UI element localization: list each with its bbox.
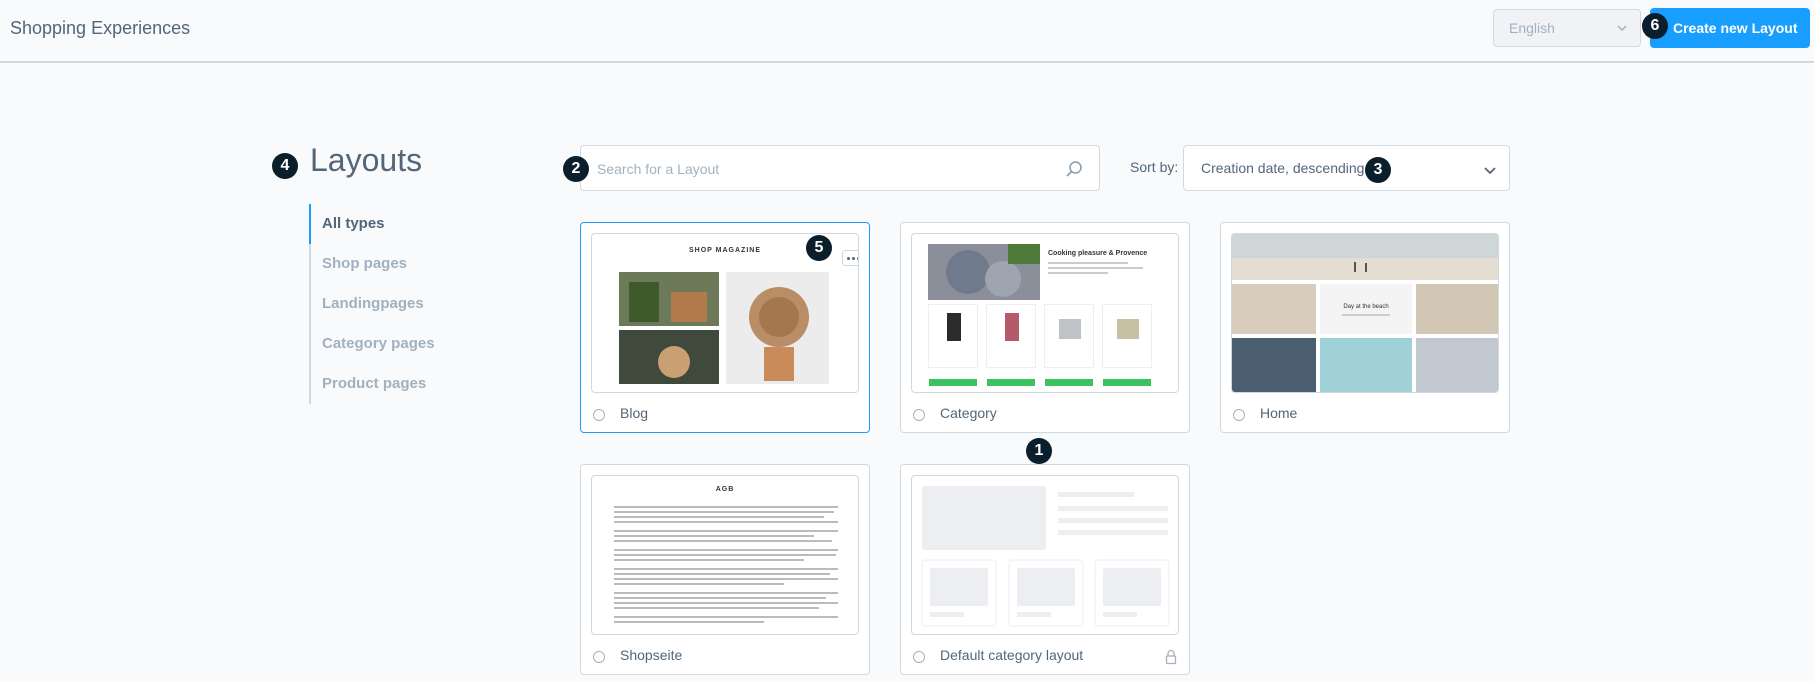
select-radio[interactable]	[913, 409, 925, 421]
callout-badge-3: 3	[1365, 157, 1391, 183]
home-preview-image	[1232, 234, 1498, 392]
layout-card-home[interactable]: Day at the beach Home	[1220, 222, 1510, 433]
text-line	[614, 521, 838, 523]
product-tile	[1102, 304, 1152, 368]
text-line	[614, 597, 826, 599]
buy-button-preview	[1103, 379, 1151, 386]
more-options-button[interactable]	[842, 250, 858, 266]
top-bar: Shopping Experiences English Create new …	[0, 0, 1814, 63]
search-box	[580, 145, 1100, 191]
text-line	[614, 592, 838, 594]
select-radio[interactable]	[593, 409, 605, 421]
layout-card-shopseite[interactable]: AGB Shopseite	[580, 464, 870, 675]
text-line	[614, 549, 838, 551]
text-line	[614, 621, 764, 623]
text-line	[614, 540, 832, 542]
text-line	[1048, 267, 1143, 269]
nav-item-landingpages[interactable]: Landingpages	[311, 284, 449, 324]
product-tile	[928, 304, 978, 368]
dot	[852, 257, 855, 260]
blog-preview-image	[619, 272, 829, 384]
text-line	[614, 583, 784, 585]
buy-button-preview	[1045, 379, 1093, 386]
product-tile	[1044, 304, 1094, 368]
dot	[857, 257, 858, 260]
category-hero-image	[928, 244, 1040, 300]
layout-card-default-category[interactable]: Default category layout	[900, 464, 1190, 675]
app-title: Shopping Experiences	[10, 18, 191, 38]
language-select[interactable]: English	[1493, 9, 1641, 47]
dot	[847, 257, 850, 260]
callout-badge-6: 6	[1642, 13, 1668, 39]
text-line	[1048, 262, 1128, 264]
callout-badge-5: 5	[806, 235, 832, 261]
text-line	[614, 568, 838, 570]
layout-preview: AGB	[591, 475, 859, 635]
layout-name: Shopseite	[620, 647, 683, 663]
text-line	[614, 573, 830, 575]
buy-button-preview	[987, 379, 1035, 386]
callout-badge-1: 1	[1026, 438, 1052, 464]
search-icon[interactable]	[1065, 160, 1083, 178]
active-indicator	[309, 204, 311, 244]
sort-select[interactable]: Creation date, descending	[1183, 145, 1510, 191]
layout-name: Home	[1260, 405, 1298, 421]
product-tile	[986, 304, 1036, 368]
chevron-down-icon	[1484, 167, 1496, 175]
select-radio[interactable]	[593, 651, 605, 663]
chevron-down-icon	[1617, 25, 1627, 32]
layout-preview: Day at the beach	[1231, 233, 1499, 393]
text-line	[614, 506, 838, 508]
search-input[interactable]	[597, 158, 1037, 180]
lock-icon	[1165, 649, 1177, 665]
page-title: Layouts	[310, 142, 423, 178]
sort-label: Sort by:	[1130, 159, 1179, 175]
text-line	[614, 511, 834, 513]
preview-title: Cooking pleasure & Provence	[1048, 250, 1148, 257]
language-value: English	[1509, 20, 1555, 36]
layout-name: Blog	[620, 405, 649, 421]
text-line	[614, 554, 836, 556]
nav-item-all-types[interactable]: All types	[311, 204, 449, 244]
text-line	[614, 530, 838, 532]
layout-preview: Cooking pleasure & Provence	[911, 233, 1179, 393]
select-radio[interactable]	[913, 651, 925, 663]
layout-card-category[interactable]: Cooking pleasure & Provence Category	[900, 222, 1190, 433]
layout-name: Category	[940, 405, 997, 421]
layout-name: Default category layout	[940, 647, 1084, 663]
text-line	[614, 602, 838, 604]
callout-badge-4: 4	[272, 153, 298, 179]
text-line	[614, 535, 814, 537]
nav-item-product-pages[interactable]: Product pages	[311, 364, 449, 404]
text-line	[614, 559, 804, 561]
text-line	[1048, 272, 1108, 274]
buy-button-preview	[929, 379, 977, 386]
sort-value: Creation date, descending	[1201, 160, 1365, 176]
text-line	[614, 616, 838, 618]
text-line	[614, 516, 824, 518]
layout-preview	[911, 475, 1179, 635]
nav-item-shop-pages[interactable]: Shop pages	[311, 244, 449, 284]
select-radio[interactable]	[1233, 409, 1245, 421]
preview-title: Day at the beach	[1343, 304, 1389, 310]
callout-badge-2: 2	[563, 156, 589, 182]
preview-title: AGB	[715, 486, 735, 493]
text-line	[614, 607, 819, 609]
create-layout-button[interactable]: Create new Layout	[1650, 8, 1810, 48]
layout-type-nav: All types Shop pages Landingpages Catego…	[309, 204, 449, 404]
placeholder-preview	[921, 486, 1170, 627]
nav-item-category-pages[interactable]: Category pages	[311, 324, 449, 364]
text-line	[614, 578, 838, 580]
